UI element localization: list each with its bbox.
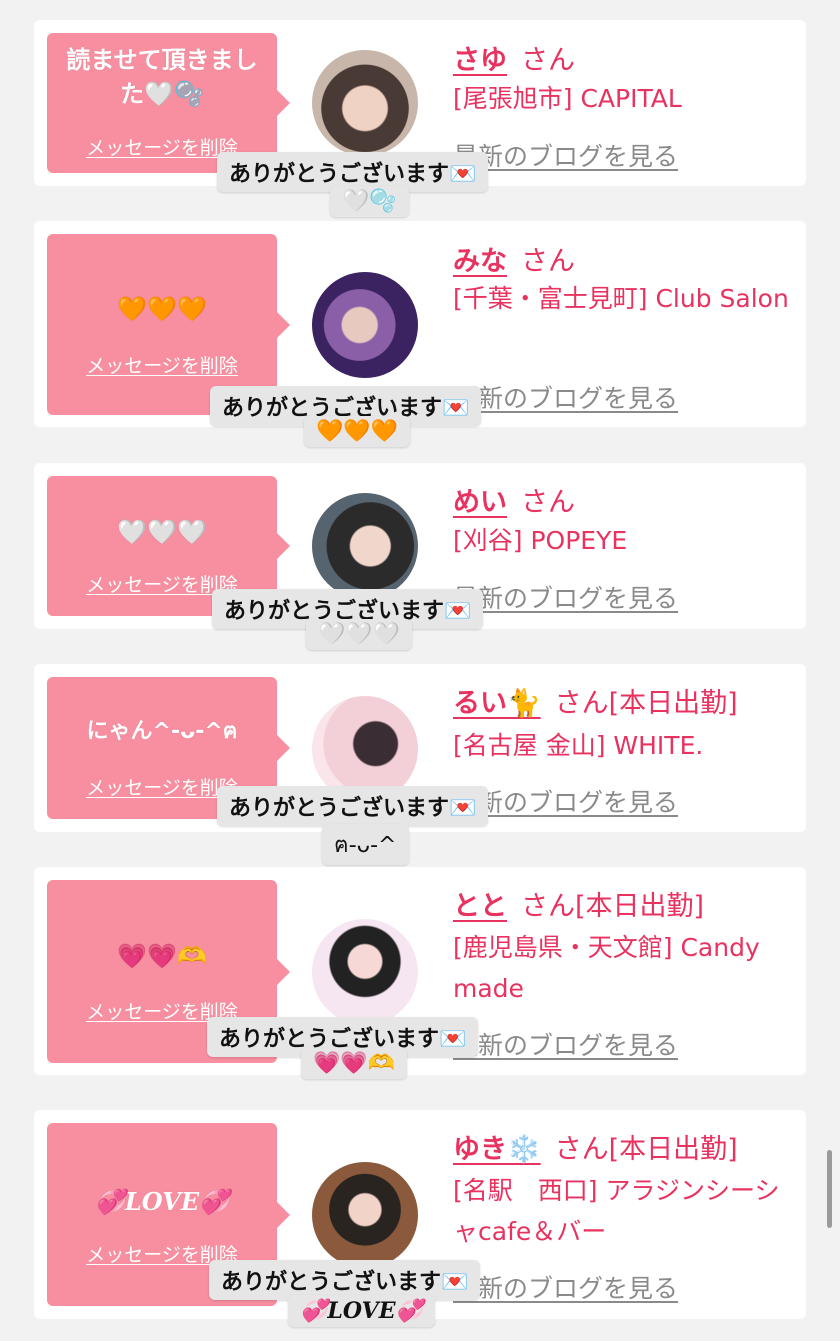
delete-message-link[interactable]: メッセージを削除 xyxy=(47,351,277,378)
girl-name-link[interactable]: ゆき❄️ xyxy=(453,1134,541,1165)
san-label: さん xyxy=(521,45,575,76)
avatar[interactable] xyxy=(312,272,418,378)
message-text: にゃん^-ᴗ-^ฅ xyxy=(86,719,238,744)
message-text: 🧡🧡🧡 xyxy=(117,295,207,323)
girl-name-link[interactable]: さゆ xyxy=(453,45,507,76)
shop-label: [刈谷] POPEYE xyxy=(453,526,628,555)
name-line: とと さん[本日出勤] xyxy=(453,884,704,923)
status-label: [本日出勤] xyxy=(608,688,738,719)
reply-overlay-emoji: ฅ-ᴗ-^ xyxy=(322,824,409,865)
name-line: さゆ さん xyxy=(453,38,575,77)
latest-blog-link[interactable]: 最新のブログを見る xyxy=(453,579,678,615)
girl-name-link[interactable]: るい🐈 xyxy=(453,688,541,719)
avatar[interactable] xyxy=(312,1162,418,1268)
message-text: 💞LOVE💞 xyxy=(94,1187,230,1216)
latest-blog-link[interactable]: 最新のブログを見る xyxy=(453,1026,678,1062)
message-text: 読ませて頂きました🤍🫧 xyxy=(66,46,258,108)
shop-label: [千葉・富士見町] Club Salon xyxy=(453,284,789,313)
san-label: さん xyxy=(521,891,575,922)
name-line: ゆき❄️ さん[本日出勤] xyxy=(453,1127,738,1166)
san-label: さん xyxy=(554,1134,609,1165)
reply-overlay: ありがとうございます💌 xyxy=(217,786,489,826)
shop-label: [名古屋 金山] WHITE. xyxy=(453,731,704,760)
message-text: 🤍🤍🤍 xyxy=(117,518,207,546)
girl-name-link[interactable]: めい xyxy=(453,487,507,518)
status-label: [本日出勤] xyxy=(575,891,705,922)
status-label: [本日出勤] xyxy=(608,1134,738,1165)
scrollbar[interactable] xyxy=(827,1150,832,1228)
san-label: さん xyxy=(521,246,575,277)
shop-label: [尾張旭市] CAPITAL xyxy=(453,84,682,113)
name-line: るい🐈 さん[本日出勤] xyxy=(453,681,738,720)
san-label: さん xyxy=(521,487,575,518)
name-line: みな さん xyxy=(453,239,575,278)
reply-overlay-emoji: 💗💗🫶 xyxy=(301,1048,408,1079)
reply-overlay-emoji: 🤍🫧 xyxy=(330,186,409,217)
latest-blog-link[interactable]: 最新のブログを見る xyxy=(453,379,678,415)
reply-overlay-emoji: 🤍🤍🤍 xyxy=(306,619,413,650)
shop-label: [名駅 西口] アラジンシーシャcafe＆バー xyxy=(453,1176,780,1246)
reply-overlay-emoji: 🧡🧡🧡 xyxy=(304,416,411,447)
avatar[interactable] xyxy=(312,493,418,599)
girl-name-link[interactable]: みな xyxy=(453,246,507,277)
avatar[interactable] xyxy=(312,919,418,1025)
latest-blog-link[interactable]: 最新のブログを見る xyxy=(453,1269,678,1305)
girl-name-link[interactable]: とと xyxy=(453,891,507,922)
reply-overlay: ありがとうございます💌 xyxy=(209,1260,481,1300)
message-text: 💗💗🫶 xyxy=(117,942,207,970)
shop-label: [鹿児島県・天文館] Candy made xyxy=(453,933,760,1003)
name-line: めい さん xyxy=(453,480,575,519)
san-label: さん xyxy=(554,688,609,719)
reply-overlay-emoji: 💞LOVE💞 xyxy=(288,1295,435,1327)
avatar[interactable] xyxy=(312,50,418,156)
